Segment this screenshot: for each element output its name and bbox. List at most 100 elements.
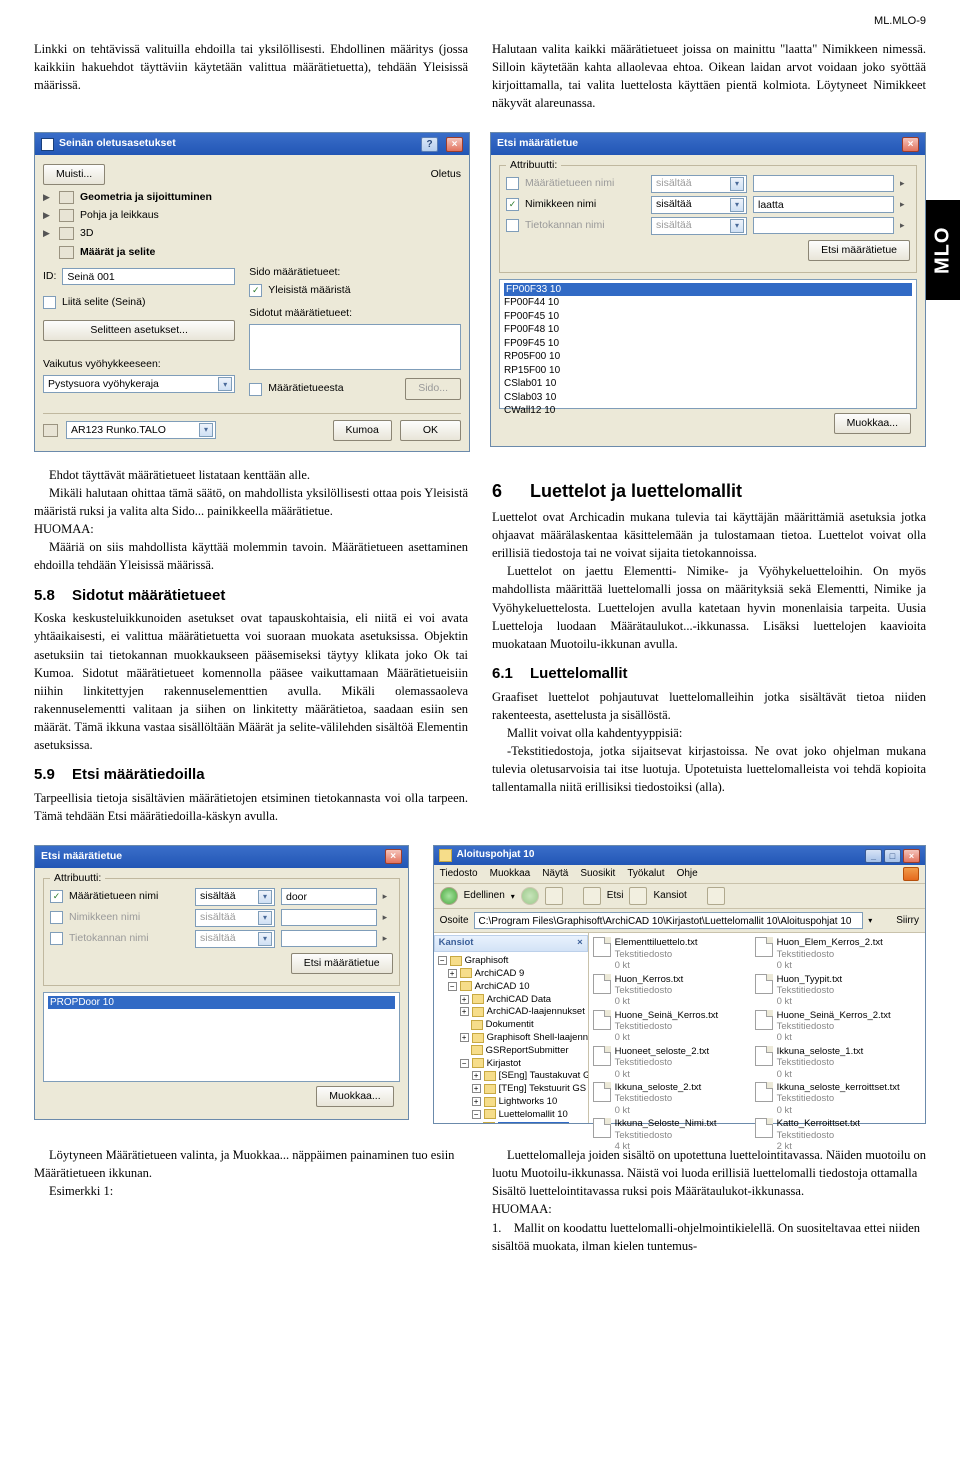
address-field[interactable]: C:\Program Files\Graphisoft\ArchiCAD 10\…: [474, 912, 864, 929]
dropdown-icon[interactable]: ▸: [900, 198, 910, 211]
dropdown-icon[interactable]: ▸: [383, 932, 393, 945]
tree-node[interactable]: GSReportSubmitter: [436, 1045, 586, 1058]
tree-item[interactable]: Geometria ja sijoittuminen: [80, 190, 212, 205]
row3-checkbox[interactable]: [506, 219, 519, 232]
row1-value[interactable]: [753, 175, 894, 192]
siirry-label[interactable]: Siirry: [896, 914, 919, 929]
file-item[interactable]: Huon_Kerros.txtTekstitiedosto0 kt: [593, 974, 743, 1008]
maximize-button[interactable]: □: [884, 849, 901, 863]
close-button[interactable]: ×: [903, 849, 920, 863]
tree-node[interactable]: −Kirjastot: [436, 1058, 586, 1071]
folder-tree[interactable]: Kansiot × −Graphisoft+ArchiCAD 9−ArchiCA…: [434, 933, 589, 1123]
tree-node[interactable]: −Luettelomallit 10: [436, 1109, 586, 1122]
tree-node[interactable]: −ArchiCAD 10: [436, 981, 586, 994]
expand-icon[interactable]: ▶: [43, 227, 53, 240]
tree-item[interactable]: 3D: [80, 226, 93, 241]
row1-op[interactable]: sisältää▾: [651, 175, 747, 193]
row1-value[interactable]: door: [281, 888, 377, 905]
footer-combo[interactable]: AR123 Runko.TALO ▾: [66, 421, 216, 439]
yleis-checkbox[interactable]: ✓: [249, 284, 262, 297]
tree-node[interactable]: Aloituspohjat 10: [436, 1122, 586, 1124]
vaikutus-combo[interactable]: Pystysuora vyöhykeraja ▾: [43, 375, 235, 393]
up-icon[interactable]: [545, 887, 563, 905]
tree-node[interactable]: Dokumentit: [436, 1019, 586, 1032]
list-item[interactable]: RP15F00 10: [504, 364, 912, 378]
row2-value[interactable]: laatta: [753, 196, 894, 213]
ok-button[interactable]: OK: [400, 420, 461, 441]
views-icon[interactable]: [707, 887, 725, 905]
expand-icon[interactable]: ▶: [43, 191, 53, 204]
file-item[interactable]: Huon_Elem_Kerros_2.txtTekstitiedosto0 kt: [755, 937, 905, 971]
tree-node[interactable]: +Lightworks 10: [436, 1096, 586, 1109]
forward-icon[interactable]: [521, 887, 539, 905]
search-label[interactable]: Etsi: [607, 889, 624, 904]
list-item[interactable]: CSlab01 10: [504, 377, 912, 391]
dropdown-icon[interactable]: ▸: [383, 911, 393, 924]
close-tree-icon[interactable]: ×: [577, 937, 583, 950]
sidotut-list[interactable]: [249, 324, 461, 370]
menu-item[interactable]: Työkalut: [627, 867, 664, 882]
tree-node[interactable]: −Graphisoft: [436, 955, 586, 968]
tree-item[interactable]: Pohja ja leikkaus: [80, 208, 159, 223]
list-item[interactable]: FP00F44 10: [504, 296, 912, 310]
selitteen-button[interactable]: Selitteen asetukset...: [43, 320, 235, 341]
row2-checkbox[interactable]: [50, 911, 63, 924]
help-button[interactable]: ?: [421, 137, 438, 152]
tree-node[interactable]: +[SEng] Taustakuvat GS 10: [436, 1070, 586, 1083]
tree-node[interactable]: +Graphisoft Shell-laajennus: [436, 1032, 586, 1045]
tree-node[interactable]: +ArchiCAD-laajennukset: [436, 1006, 586, 1019]
liita-checkbox[interactable]: [43, 296, 56, 309]
tree-node[interactable]: +ArchiCAD Data: [436, 994, 586, 1007]
dropdown-icon[interactable]: ▸: [383, 890, 393, 903]
list-item[interactable]: CSlab03 10: [504, 391, 912, 405]
list-item[interactable]: FP00F33 10: [504, 283, 912, 297]
folders-label[interactable]: Kansiot: [653, 889, 686, 904]
row2-checkbox[interactable]: ✓: [506, 198, 519, 211]
file-item[interactable]: Ikkuna_seloste_1.txtTekstitiedosto0 kt: [755, 1046, 905, 1080]
row2-op[interactable]: sisältää▾: [651, 196, 747, 214]
file-pane[interactable]: Elementtiluettelo.txtTekstitiedosto0 ktH…: [589, 933, 925, 1123]
row2-op[interactable]: sisältää▾: [195, 909, 275, 927]
folders-icon[interactable]: [629, 887, 647, 905]
back-label[interactable]: Edellinen: [464, 889, 505, 904]
file-item[interactable]: Elementtiluettelo.txtTekstitiedosto0 kt: [593, 937, 743, 971]
file-item[interactable]: Huon_Tyypit.txtTekstitiedosto0 kt: [755, 974, 905, 1008]
list-item[interactable]: FP09F45 10: [504, 337, 912, 351]
result-list[interactable]: FP00F33 10 FP00F44 10 FP00F45 10 FP00F48…: [499, 279, 917, 409]
etsi-button[interactable]: Etsi määrätietue: [808, 240, 910, 261]
row3-op[interactable]: sisältää▾: [651, 217, 747, 235]
close-button[interactable]: ×: [385, 849, 402, 864]
list-item[interactable]: FP00F45 10: [504, 310, 912, 324]
tree-node[interactable]: +ArchiCAD 9: [436, 968, 586, 981]
row1-checkbox[interactable]: ✓: [50, 890, 63, 903]
row1-checkbox[interactable]: [506, 177, 519, 190]
maaratiet-checkbox[interactable]: [249, 383, 262, 396]
menu-item[interactable]: Ohje: [677, 867, 698, 882]
file-item[interactable]: Huoneet_seloste_2.txtTekstitiedosto0 kt: [593, 1046, 743, 1080]
close-button[interactable]: ×: [446, 137, 463, 152]
list-item[interactable]: PROPDoor 10: [48, 996, 395, 1010]
back-icon[interactable]: [440, 887, 458, 905]
muokkaa-button[interactable]: Muokkaa...: [834, 413, 911, 434]
row3-value[interactable]: [281, 930, 377, 947]
sido-button[interactable]: Sido...: [405, 378, 461, 399]
kumoa-button[interactable]: Kumoa: [333, 420, 392, 441]
search-icon[interactable]: [583, 887, 601, 905]
minimize-button[interactable]: _: [865, 849, 882, 863]
menu-item[interactable]: Tiedosto: [440, 867, 478, 882]
file-item[interactable]: Huone_Seinä_Kerros.txtTekstitiedosto0 kt: [593, 1010, 743, 1044]
row3-op[interactable]: sisältää▾: [195, 930, 275, 948]
row2-value[interactable]: [281, 909, 377, 926]
expand-icon[interactable]: ▶: [43, 209, 53, 222]
muisti-button[interactable]: Muisti...: [43, 164, 105, 185]
id-field[interactable]: Seinä 001: [62, 268, 235, 285]
tree-item[interactable]: Määrät ja selite: [80, 245, 155, 260]
row3-checkbox[interactable]: [50, 932, 63, 945]
dropdown-icon[interactable]: ▸: [900, 177, 910, 190]
etsi-button[interactable]: Etsi määrätietue: [291, 953, 393, 974]
list-item[interactable]: FP00F48 10: [504, 323, 912, 337]
row1-op[interactable]: sisältää▾: [195, 888, 275, 906]
result-list[interactable]: PROPDoor 10: [43, 992, 400, 1082]
tree-node[interactable]: +[TEng] Tekstuurit GS 10: [436, 1083, 586, 1096]
close-button[interactable]: ×: [902, 137, 919, 152]
